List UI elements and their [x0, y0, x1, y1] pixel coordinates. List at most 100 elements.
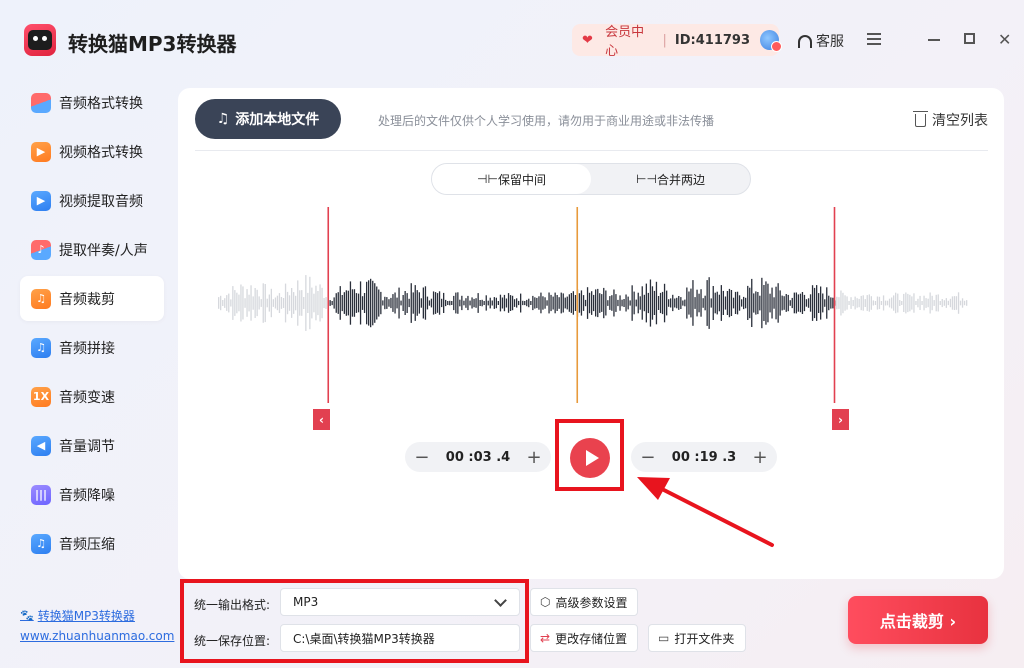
vip-center-button[interactable]: ❤ 会员中心 | ID:411793	[572, 24, 782, 59]
wave-bar	[250, 285, 252, 321]
sidebar-item-video-extract[interactable]: ▶ 视频提取音频	[20, 178, 164, 223]
trim-button[interactable]: 点击裁剪 ›	[848, 596, 988, 644]
wave-bar	[820, 286, 822, 320]
wave-bar	[655, 281, 658, 325]
maximize-icon[interactable]	[964, 33, 975, 44]
wave-bar	[309, 276, 311, 330]
advanced-settings-button[interactable]: ⬡ 高级参数设置	[530, 588, 638, 616]
wave-bar	[686, 287, 688, 319]
wave-bar	[497, 301, 499, 305]
wave-bar	[745, 297, 747, 309]
wave-bar	[597, 288, 599, 318]
wave-bar	[256, 289, 258, 317]
sidebar-item-audio-trim[interactable]: ♫ 音频裁剪	[20, 276, 164, 321]
keep-middle-icon: ⊣⊢	[477, 172, 498, 186]
wave-bar	[773, 297, 775, 309]
change-path-button[interactable]: ⇄ 更改存储位置	[530, 624, 638, 652]
sidebar-item-vocal-extract[interactable]: ♪ 提取伴奏/人声	[20, 227, 164, 272]
wave-bar	[574, 295, 577, 311]
customer-service-button[interactable]: 客服	[798, 31, 844, 51]
wave-bar	[641, 286, 643, 320]
wave-bar	[378, 289, 380, 317]
start-minus-button[interactable]: −	[412, 447, 432, 468]
wave-bar	[639, 296, 641, 310]
wave-bar	[333, 297, 335, 309]
wave-bar	[929, 292, 931, 314]
wave-bar	[368, 280, 370, 326]
sidebar-item-label: 视频格式转换	[59, 144, 143, 161]
sidebar-item-compress[interactable]: ♫ 音频压缩	[20, 521, 164, 566]
minimize-icon[interactable]	[928, 39, 940, 41]
wave-bar	[811, 285, 814, 321]
wave-bar	[524, 301, 526, 306]
wave-bar	[813, 287, 816, 319]
start-plus-button[interactable]: +	[524, 447, 544, 468]
wave-bar	[268, 294, 270, 312]
wave-bar	[714, 292, 716, 314]
headset-icon	[798, 34, 812, 48]
mode-keep-middle[interactable]: ⊣⊢ 保留中间	[432, 164, 591, 194]
mode-merge-label: 合并两边	[656, 172, 705, 187]
wave-bar	[445, 299, 447, 307]
wave-bar	[402, 295, 404, 311]
app-logo-icon	[24, 24, 56, 56]
wave-bar	[753, 293, 755, 313]
video-convert-icon: ▶	[31, 141, 51, 162]
end-time-value[interactable]: 00 :19 .3	[672, 450, 736, 465]
wave-bar	[467, 295, 469, 311]
sidebar-item-video-convert[interactable]: ▶ 视频格式转换	[20, 129, 164, 174]
wave-bar	[359, 281, 362, 325]
wave-bar	[461, 295, 463, 311]
waveform[interactable]	[218, 203, 968, 403]
wave-bar	[396, 297, 398, 309]
avatar[interactable]	[760, 30, 782, 52]
trim-start-handle[interactable]: ‹	[313, 409, 330, 430]
wave-bar	[570, 293, 572, 313]
sidebar-item-audio-convert[interactable]: 音频格式转换	[20, 80, 164, 125]
close-icon[interactable]: ✕	[998, 30, 1011, 49]
wave-bar	[905, 292, 907, 314]
brand-link[interactable]: 🐾 转换猫MP3转换器	[20, 607, 174, 624]
start-time-value[interactable]: 00 :03 .4	[446, 450, 510, 465]
wave-bar	[661, 291, 664, 315]
wave-bar	[511, 295, 514, 311]
wave-bar	[694, 297, 696, 309]
sidebar-item-audio-speed[interactable]: 1X 音频变速	[20, 374, 164, 419]
path-label: 统一保存位置:	[194, 634, 271, 648]
wave-bar	[412, 292, 414, 314]
sidebar-item-denoise[interactable]: ||| 音频降噪	[20, 472, 164, 517]
format-select[interactable]: MP3	[280, 588, 520, 616]
end-plus-button[interactable]: +	[750, 447, 770, 468]
trim-end-handle[interactable]: ›	[832, 409, 849, 430]
wave-bar	[613, 289, 615, 317]
wave-bar	[911, 296, 913, 310]
clear-list-button[interactable]: 清空列表	[913, 110, 988, 130]
wave-bar	[801, 292, 804, 314]
wave-bar	[781, 295, 783, 311]
wave-bar	[842, 292, 844, 314]
wave-bar	[621, 299, 623, 307]
wave-bar	[479, 300, 481, 306]
wave-bar	[382, 300, 384, 306]
wave-bar	[884, 300, 887, 306]
sidebar-item-label: 音频变速	[59, 389, 115, 406]
wave-bar	[588, 292, 591, 314]
save-path-field[interactable]: C:\桌面\转换猫MP3转换器	[280, 624, 520, 652]
end-minus-button[interactable]: −	[638, 447, 658, 468]
wave-bar	[443, 292, 445, 313]
open-folder-button[interactable]: ▭ 打开文件夹	[648, 624, 746, 652]
sidebar-item-volume[interactable]: ◀ 音量调节	[20, 423, 164, 468]
wave-bar	[955, 296, 958, 310]
menu-icon[interactable]	[867, 33, 881, 48]
wave-bar	[295, 295, 297, 311]
wave-bar	[947, 300, 949, 306]
change-path-label: 更改存储位置	[555, 631, 628, 646]
sidebar-item-audio-join[interactable]: ♫ 音频拼接	[20, 325, 164, 370]
wave-bar	[398, 287, 400, 319]
mode-merge-sides[interactable]: ⊢⊣ 合并两边	[591, 164, 750, 194]
website-link[interactable]: www.zhuanhuanmao.com	[20, 629, 174, 643]
wave-bar	[718, 294, 720, 312]
add-local-file-button[interactable]: ♫ 添加本地文件	[195, 99, 341, 139]
wave-bar	[848, 301, 850, 305]
sidebar-item-label: 音量调节	[59, 438, 115, 455]
